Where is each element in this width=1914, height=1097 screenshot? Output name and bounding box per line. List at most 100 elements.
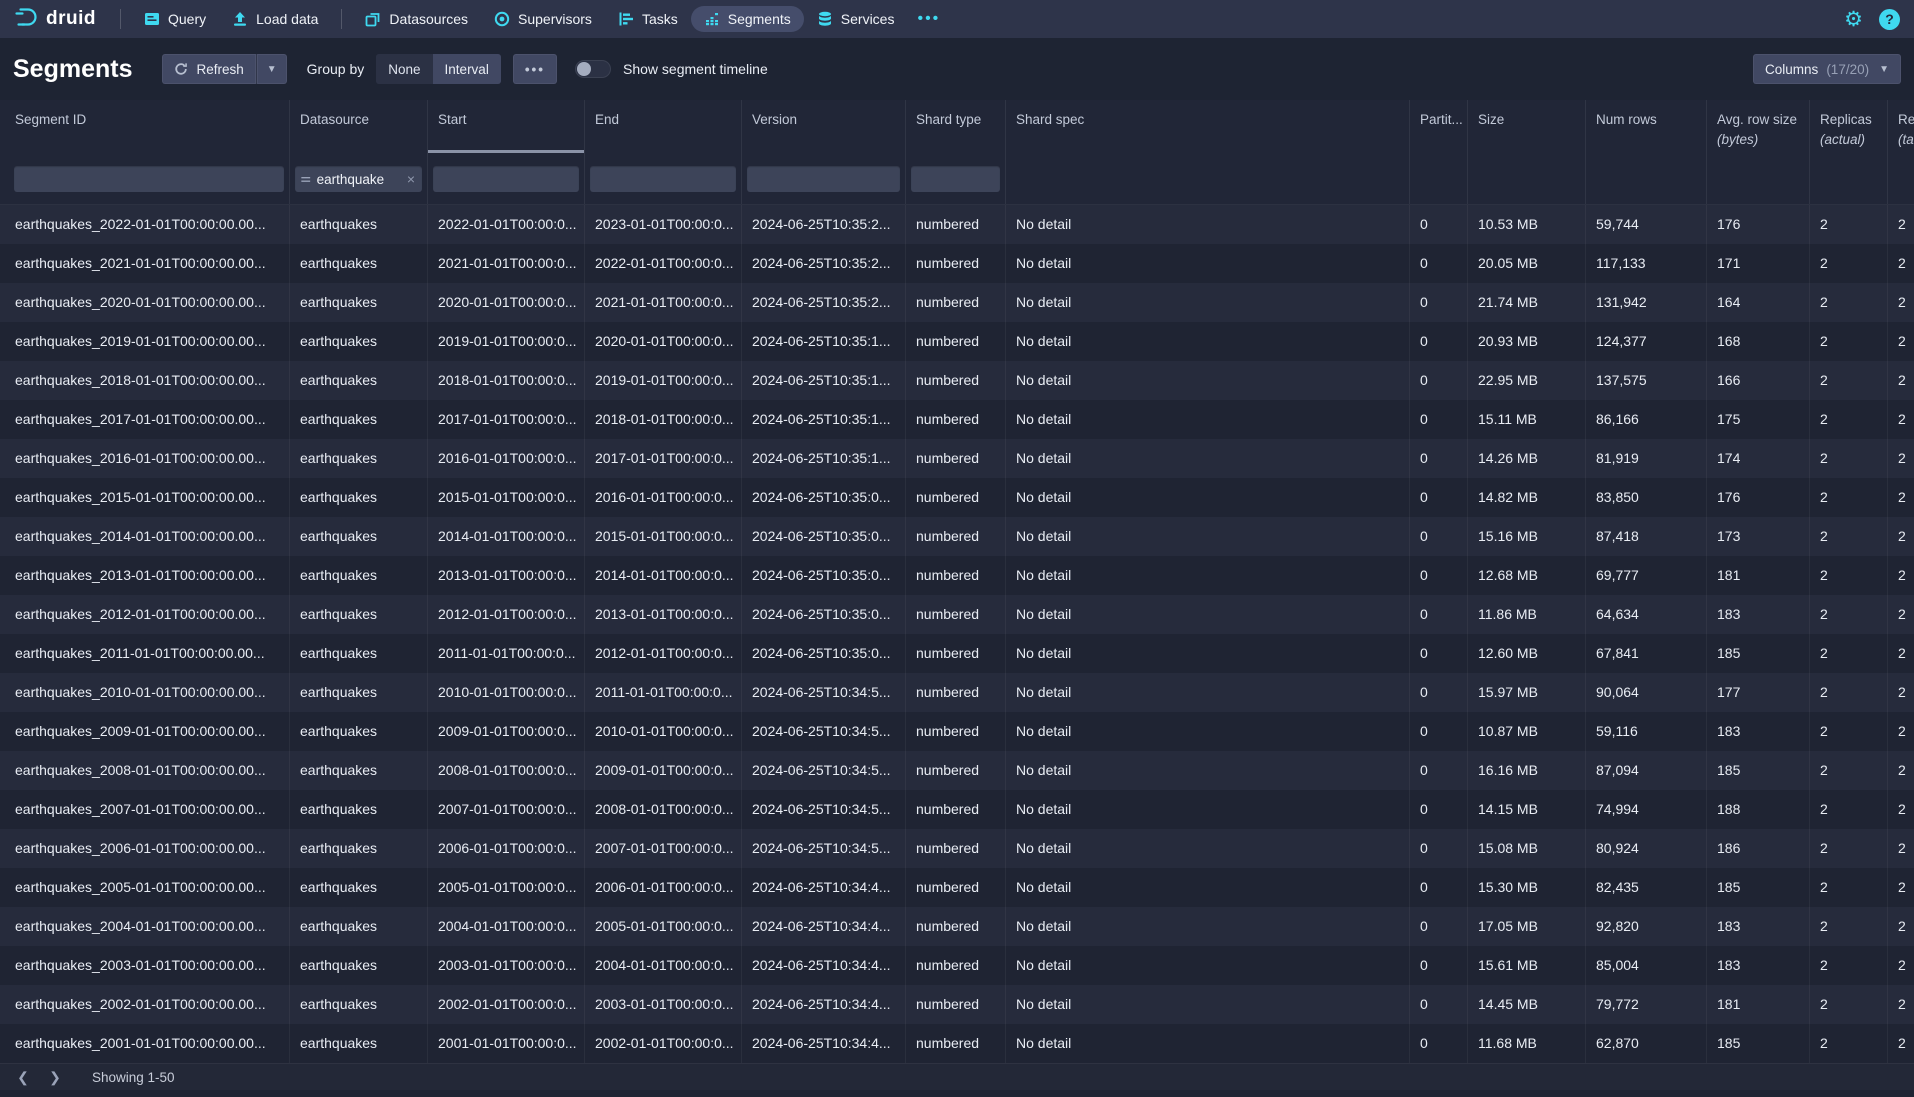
column-header-shard-type[interactable]: Shard type <box>906 100 1006 153</box>
table-row[interactable]: earthquakes_2019-01-01T00:00:00.00... ea… <box>0 322 1914 361</box>
cell-start: 2012-01-01T00:00:0... <box>428 595 585 634</box>
start-filter-input[interactable] <box>433 166 579 192</box>
nav-item-tasks[interactable]: Tasks <box>605 6 691 32</box>
refresh-caret-button[interactable]: ▼ <box>256 54 287 84</box>
column-header-partition[interactable]: Partit... <box>1410 100 1468 153</box>
cell-segment-id: earthquakes_2012-01-01T00:00:00.00... <box>0 595 290 634</box>
table-row[interactable]: earthquakes_2021-01-01T00:00:00.00... ea… <box>0 244 1914 283</box>
cell-replicas: 2 <box>1810 205 1888 244</box>
cell-replicas: 2 <box>1810 322 1888 361</box>
nav-item-segments[interactable]: Segments <box>691 6 804 32</box>
help-icon[interactable]: ? <box>1879 9 1900 30</box>
gear-icon[interactable]: ⚙ <box>1844 9 1863 30</box>
column-header-end[interactable]: End <box>585 100 742 153</box>
cell-size: 10.53 MB <box>1468 205 1586 244</box>
column-header-size[interactable]: Size <box>1468 100 1586 153</box>
column-header-replication-factor[interactable]: Replication factor (target) <box>1888 100 1914 153</box>
table-row[interactable]: earthquakes_2018-01-01T00:00:00.00... ea… <box>0 361 1914 400</box>
cell-end: 2016-01-01T00:00:0... <box>585 478 742 517</box>
version-filter-input[interactable] <box>747 166 900 192</box>
column-header-avg-row-size[interactable]: Avg. row size (bytes) <box>1707 100 1810 153</box>
cell-replication-factor: 2 <box>1888 751 1914 790</box>
shard-type-filter-input[interactable] <box>911 166 1000 192</box>
cell-segment-id: earthquakes_2002-01-01T00:00:00.00... <box>0 985 290 1024</box>
cell-size: 14.26 MB <box>1468 439 1586 478</box>
table-row[interactable]: earthquakes_2016-01-01T00:00:00.00... ea… <box>0 439 1914 478</box>
segment-id-filter-input[interactable] <box>14 166 284 192</box>
table-row[interactable]: earthquakes_2012-01-01T00:00:00.00... ea… <box>0 595 1914 634</box>
nav-item-query[interactable]: Query <box>131 6 219 32</box>
nav-item-supervisors[interactable]: Supervisors <box>481 6 605 32</box>
cell-datasource: earthquakes <box>290 673 428 712</box>
cell-avg-row-size: 177 <box>1707 673 1810 712</box>
cell-size: 11.86 MB <box>1468 595 1586 634</box>
cell-replicas: 2 <box>1810 439 1888 478</box>
cell-segment-id: earthquakes_2014-01-01T00:00:00.00... <box>0 517 290 556</box>
refresh-button[interactable]: Refresh <box>162 54 255 84</box>
cell-size: 15.61 MB <box>1468 946 1586 985</box>
segment-timeline-toggle[interactable] <box>575 60 611 78</box>
druid-logo[interactable]: druid <box>14 6 96 33</box>
cell-replication-factor: 2 <box>1888 907 1914 946</box>
cell-size: 15.16 MB <box>1468 517 1586 556</box>
cell-size: 20.93 MB <box>1468 322 1586 361</box>
table-row[interactable]: earthquakes_2015-01-01T00:00:00.00... ea… <box>0 478 1914 517</box>
cell-start: 2021-01-01T00:00:0... <box>428 244 585 283</box>
columns-button[interactable]: Columns (17/20) ▼ <box>1753 54 1901 84</box>
cell-segment-id: earthquakes_2017-01-01T00:00:00.00... <box>0 400 290 439</box>
cell-datasource: earthquakes <box>290 361 428 400</box>
clear-filter-icon[interactable]: × <box>405 171 415 187</box>
nav-item-load-data[interactable]: Load data <box>219 6 331 32</box>
cell-partition: 0 <box>1410 712 1468 751</box>
nav-item-label: Load data <box>256 11 318 27</box>
column-header-num-rows[interactable]: Num rows <box>1586 100 1707 153</box>
previous-page-button[interactable]: ❮ <box>10 1066 36 1088</box>
next-page-button[interactable]: ❯ <box>42 1066 68 1088</box>
group-by-none-button[interactable]: None <box>376 54 432 84</box>
cell-end: 2008-01-01T00:00:0... <box>585 790 742 829</box>
cell-num-rows: 81,919 <box>1586 439 1707 478</box>
table-row[interactable]: earthquakes_2002-01-01T00:00:00.00... ea… <box>0 985 1914 1024</box>
table-row[interactable]: earthquakes_2011-01-01T00:00:00.00... ea… <box>0 634 1914 673</box>
table-row[interactable]: earthquakes_2004-01-01T00:00:00.00... ea… <box>0 907 1914 946</box>
cell-version: 2024-06-25T10:35:2... <box>742 244 906 283</box>
table-row[interactable]: earthquakes_2009-01-01T00:00:00.00... ea… <box>0 712 1914 751</box>
table-row[interactable]: earthquakes_2007-01-01T00:00:00.00... ea… <box>0 790 1914 829</box>
column-header-datasource[interactable]: Datasource <box>290 100 428 153</box>
column-header-replicas[interactable]: Replicas (actual) <box>1810 100 1888 153</box>
table-row[interactable]: earthquakes_2017-01-01T00:00:00.00... ea… <box>0 400 1914 439</box>
table-row[interactable]: earthquakes_2014-01-01T00:00:00.00... ea… <box>0 517 1914 556</box>
table-row[interactable]: earthquakes_2001-01-01T00:00:00.00... ea… <box>0 1024 1914 1063</box>
table-row[interactable]: earthquakes_2013-01-01T00:00:00.00... ea… <box>0 556 1914 595</box>
table-row[interactable]: earthquakes_2010-01-01T00:00:00.00... ea… <box>0 673 1914 712</box>
nav-item-datasources[interactable]: Datasources <box>352 6 481 32</box>
more-options-button[interactable]: ••• <box>513 54 557 84</box>
datasource-filter-input[interactable]: = earthquake × <box>295 166 422 192</box>
end-filter-input[interactable] <box>590 166 736 192</box>
table-row[interactable]: earthquakes_2005-01-01T00:00:00.00... ea… <box>0 868 1914 907</box>
top-nav: druid Query Load data Datasources Superv… <box>0 0 1914 38</box>
table-row[interactable]: earthquakes_2006-01-01T00:00:00.00... ea… <box>0 829 1914 868</box>
column-header-segment-id[interactable]: Segment ID <box>0 100 290 153</box>
table-body: earthquakes_2022-01-01T00:00:00.00... ea… <box>0 205 1914 1063</box>
cell-shard-type: numbered <box>906 517 1006 556</box>
cell-partition: 0 <box>1410 868 1468 907</box>
cell-num-rows: 80,924 <box>1586 829 1707 868</box>
nav-item-services[interactable]: Services <box>804 6 908 32</box>
group-by-interval-button[interactable]: Interval <box>433 54 501 84</box>
column-header-version[interactable]: Version <box>742 100 906 153</box>
cell-shard-type: numbered <box>906 673 1006 712</box>
cell-version: 2024-06-25T10:34:4... <box>742 868 906 907</box>
table-row[interactable]: earthquakes_2008-01-01T00:00:00.00... ea… <box>0 751 1914 790</box>
cell-datasource: earthquakes <box>290 790 428 829</box>
nav-more-button[interactable]: ••• <box>907 10 950 28</box>
table-row[interactable]: earthquakes_2003-01-01T00:00:00.00... ea… <box>0 946 1914 985</box>
column-header-shard-spec[interactable]: Shard spec <box>1006 100 1410 153</box>
cell-shard-spec: No detail <box>1006 985 1410 1024</box>
cell-num-rows: 74,994 <box>1586 790 1707 829</box>
table-row[interactable]: earthquakes_2020-01-01T00:00:00.00... ea… <box>0 283 1914 322</box>
table-row[interactable]: earthquakes_2022-01-01T00:00:00.00... ea… <box>0 205 1914 244</box>
cell-shard-spec: No detail <box>1006 829 1410 868</box>
column-header-start[interactable]: Start <box>428 100 585 153</box>
cell-shard-spec: No detail <box>1006 244 1410 283</box>
